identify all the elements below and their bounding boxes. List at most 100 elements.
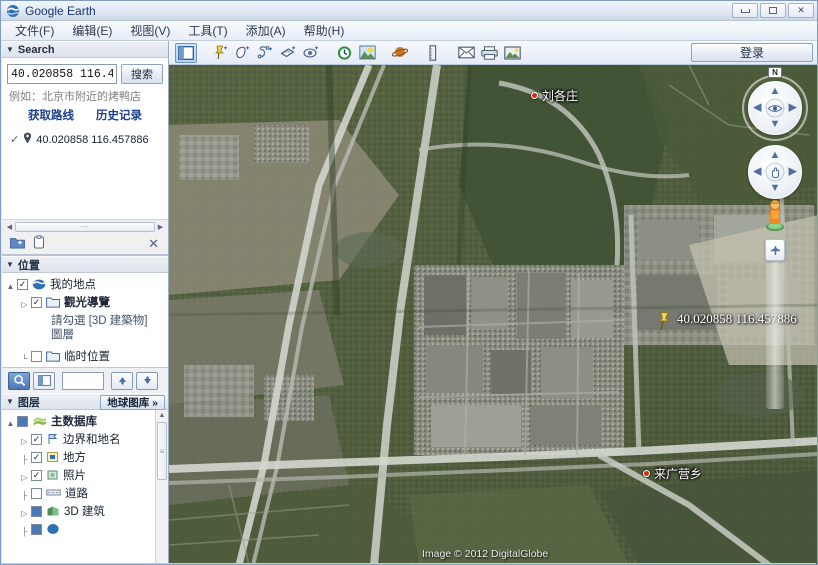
save-image-button[interactable] (501, 43, 523, 63)
sidebar-toggle-icon (178, 45, 194, 60)
places-panel-title: 位置 (17, 259, 40, 272)
compass-north-icon[interactable]: N (768, 67, 782, 78)
search-button[interactable]: 搜索 (121, 64, 163, 84)
move-up-icon[interactable]: ▲ (770, 150, 781, 161)
search-history-link[interactable]: 历史记录 (96, 107, 142, 123)
map-viewport[interactable]: 刘各庄 来广营乡 40.020858 116.457886 Image © 20… (169, 65, 817, 564)
magnifier-icon[interactable] (8, 371, 30, 390)
add-placemark-button[interactable]: ✦ (208, 43, 230, 63)
email-button[interactable] (455, 43, 477, 63)
scroll-thumb[interactable]: ≡ (157, 422, 167, 480)
layers-vertical-scrollbar[interactable]: ▲ ≡ (155, 410, 168, 564)
checkbox[interactable] (31, 351, 42, 362)
look-right-icon[interactable]: ▶ (789, 102, 797, 114)
places-tree-item-tour[interactable]: ▷ ✓ 觀光導覽 (2, 295, 168, 313)
hand-icon[interactable] (765, 162, 785, 182)
move-down-button[interactable] (136, 371, 158, 390)
switch-planet-button[interactable] (389, 43, 411, 63)
search-result-list: ✓ 40.020858 116.457886 (2, 127, 168, 219)
split-view-icon[interactable] (33, 371, 55, 390)
earth-gallery-button[interactable]: 地球图库 » (100, 395, 165, 410)
maximize-button[interactable] (760, 3, 786, 18)
add-polygon-button[interactable]: ✦ (231, 43, 253, 63)
expander-icon[interactable]: ▲ (4, 415, 17, 431)
expander-icon[interactable]: ▷ (18, 505, 31, 521)
zoom-slider[interactable] (765, 239, 785, 409)
expander-icon[interactable]: ▷ (18, 296, 31, 312)
layers-panel-header[interactable]: ▼ 图层 地球图库 » (2, 393, 168, 410)
menu-add[interactable]: 添加(A) (238, 20, 294, 41)
add-folder-icon[interactable] (10, 236, 25, 252)
menu-help[interactable]: 帮助(H) (296, 20, 353, 41)
scroll-right-icon[interactable]: ▶ (155, 223, 166, 231)
clear-search-button[interactable]: ✕ (148, 236, 159, 252)
sunlight-button[interactable] (356, 43, 378, 63)
layers-tree-item-photos[interactable]: ▷ ✓ 照片 (2, 468, 154, 486)
layers-tree-item-borders-labels[interactable]: ▷ ✓ 边界和地名 (2, 432, 154, 450)
checkbox[interactable]: ✓ (17, 279, 28, 290)
close-button[interactable]: ✕ (788, 3, 814, 18)
places-filter-input[interactable] (62, 371, 104, 390)
expander-icon[interactable]: ▷ (18, 469, 31, 485)
scroll-up-icon[interactable]: ▲ (159, 410, 166, 421)
checkbox[interactable] (31, 524, 42, 535)
record-tour-button[interactable]: ✦ (300, 43, 322, 63)
search-horizontal-scrollbar[interactable]: ◀ ⋯ ▶ (2, 219, 168, 233)
move-right-icon[interactable]: ▶ (789, 166, 797, 178)
map-label-laiguangyingxiang[interactable]: 来广营乡 (643, 465, 702, 482)
checkbox[interactable] (17, 416, 28, 427)
add-image-overlay-button[interactable]: ✦ (277, 43, 299, 63)
yellow-pushpin-icon[interactable] (656, 311, 672, 334)
move-down-icon[interactable]: ▼ (770, 183, 781, 194)
zoom-slider-thumb[interactable] (765, 239, 785, 261)
checkbox[interactable]: ✓ (31, 470, 42, 481)
checkbox[interactable]: ✓ (31, 434, 42, 445)
main-toolbar: ✦ ✦ ✦ ✦ 登录 (169, 41, 817, 65)
menu-file[interactable]: 文件(F) (7, 20, 62, 41)
eye-icon[interactable] (765, 98, 785, 118)
copy-icon[interactable] (33, 235, 45, 252)
look-down-icon[interactable]: ▼ (770, 119, 781, 130)
scroll-thumb[interactable]: ⋯ (15, 221, 155, 232)
map-label-liugezhuang[interactable]: 刘各庄 (531, 87, 578, 104)
layers-tree-item-3d-buildings[interactable]: ▷ 3D 建筑 (2, 504, 154, 522)
checkbox[interactable]: ✓ (31, 297, 42, 308)
print-button[interactable] (478, 43, 500, 63)
scroll-left-icon[interactable]: ◀ (4, 223, 15, 231)
login-button[interactable]: 登录 (691, 43, 813, 62)
search-panel-header[interactable]: ▼ Search (2, 41, 168, 58)
look-left-icon[interactable]: ◀ (753, 102, 761, 114)
move-joystick[interactable]: ▲ ▼ ◀ ▶ (748, 145, 802, 199)
places-tree-item-temporary[interactable]: └ 临时位置 (2, 349, 168, 367)
places-tree-item-my-places[interactable]: ▲ ✓ 我的地点 (2, 277, 168, 295)
add-path-button[interactable]: ✦ (254, 43, 276, 63)
move-left-icon[interactable]: ◀ (753, 166, 761, 178)
search-result-item[interactable]: ✓ 40.020858 116.457886 (2, 130, 168, 149)
look-joystick[interactable]: ▲ ▼ ◀ ▶ (748, 81, 802, 135)
menu-edit[interactable]: 编辑(E) (64, 20, 120, 41)
look-up-icon[interactable]: ▲ (770, 86, 781, 97)
layers-tree-item-primary-database[interactable]: ▲ 主数据库 (2, 414, 154, 432)
street-view-pegman[interactable] (764, 199, 786, 234)
menu-tools[interactable]: 工具(T) (180, 20, 235, 41)
get-directions-link[interactable]: 获取路线 (28, 107, 74, 123)
layers-tree-item-label: 边界和地名 (63, 434, 121, 446)
checkbox[interactable]: ✓ (31, 452, 42, 463)
layers-tree-item-partial[interactable]: ├ (2, 522, 154, 540)
toggle-sidebar-button[interactable] (175, 42, 197, 63)
places-panel-header[interactable]: ▼ 位置 (2, 256, 168, 273)
move-up-button[interactable] (111, 371, 133, 390)
minimize-button[interactable] (732, 3, 758, 18)
checkbox[interactable] (31, 506, 42, 517)
measure-ruler-button[interactable] (422, 43, 444, 63)
layers-tree-item-roads[interactable]: ├ 道路 (2, 486, 154, 504)
search-input[interactable] (7, 64, 117, 84)
menu-view[interactable]: 视图(V) (122, 20, 178, 41)
historical-imagery-button[interactable] (333, 43, 355, 63)
status-bar (2, 563, 816, 564)
expander-icon[interactable]: ▷ (18, 433, 31, 449)
checkbox[interactable] (31, 488, 42, 499)
expander-icon[interactable]: ▲ (4, 278, 17, 294)
buildings-icon (46, 505, 60, 517)
layers-tree-item-places[interactable]: ├ ✓ 地方 (2, 450, 154, 468)
